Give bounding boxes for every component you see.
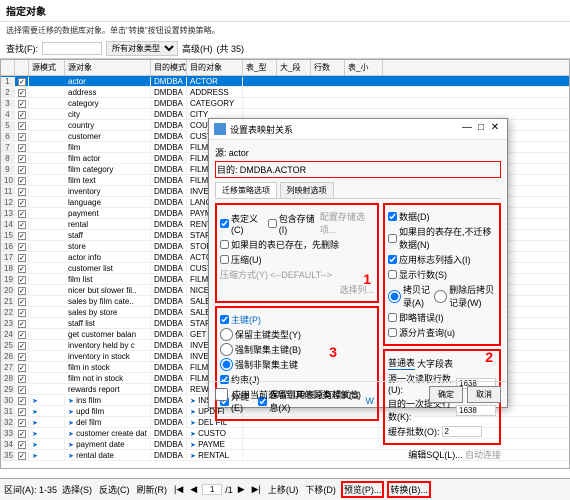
chk-table-def[interactable] bbox=[220, 219, 229, 228]
cancel-button[interactable]: 取消 bbox=[467, 386, 501, 403]
col-dest-object[interactable]: 目的对象 bbox=[187, 60, 243, 75]
chk-storage[interactable] bbox=[268, 219, 277, 228]
group-table-def: 表定义(C) 包含存储(I) 配置存储选项... 如果目的表已存在，先删除 压缩… bbox=[215, 203, 379, 303]
select-button[interactable]: 选择(S) bbox=[62, 483, 92, 496]
unselect-button[interactable]: 反选(C) bbox=[99, 483, 130, 496]
window-subtitle: 选择需要迁移的数据库对象。单击"转换"按钮设置转换策略。 bbox=[0, 22, 570, 39]
table-row[interactable]: 2addressDMDBAADDRESS bbox=[1, 87, 569, 98]
chk-compress[interactable] bbox=[220, 255, 229, 264]
dialog-titlebar[interactable]: 设置表映射关系 — □ ✕ bbox=[209, 119, 507, 140]
dialog-icon bbox=[214, 123, 226, 135]
move-down-button[interactable]: 下移(D) bbox=[305, 483, 336, 496]
next-page-button[interactable]: ▶ bbox=[238, 484, 245, 495]
edit-sql-link[interactable]: 编辑SQL(L)... bbox=[408, 450, 463, 460]
table-header: 源模式 源对象 目的模式 目的对象 表_型 大_段 行数 表_小 bbox=[1, 60, 569, 76]
footer-bar: 区间(A): 1-35 选择(S) 反选(C) 刷新(R) |◀ ◀ /1 ▶ … bbox=[0, 478, 570, 500]
chk-pk[interactable] bbox=[220, 315, 229, 324]
advanced-link[interactable]: 高级(H) bbox=[182, 42, 213, 55]
find-label: 查找(F): bbox=[6, 42, 38, 55]
window-titlebar: 指定对象 bbox=[0, 0, 570, 22]
minimize-button[interactable]: — bbox=[460, 122, 474, 136]
tab-strategy[interactable]: 迁移策略选项 bbox=[215, 182, 277, 198]
tab-column-map[interactable]: 列映射选项 bbox=[280, 182, 334, 198]
toolbar: 查找(F): 所有对象类型 高级(H) (共 35) bbox=[0, 39, 570, 59]
col-source-object[interactable]: 源对象 bbox=[65, 60, 151, 75]
preview-button[interactable]: 预览(P)... bbox=[341, 481, 385, 498]
chk-data[interactable] bbox=[388, 212, 397, 221]
chk-drop-exist[interactable] bbox=[220, 240, 229, 249]
range-label: 区间(A): 1-35 bbox=[4, 483, 57, 496]
window-title: 指定对象 bbox=[6, 3, 564, 18]
scope-select[interactable]: 所有对象类型 bbox=[106, 41, 178, 56]
cache-batch-input[interactable] bbox=[442, 426, 482, 437]
prev-page-button[interactable]: ◀ bbox=[190, 484, 197, 495]
refresh-button[interactable]: 刷新(R) bbox=[137, 483, 168, 496]
dialog-title: 设置表映射关系 bbox=[230, 123, 460, 136]
find-input[interactable] bbox=[42, 42, 102, 55]
maximize-button[interactable]: □ bbox=[474, 122, 488, 136]
page-input[interactable] bbox=[202, 484, 222, 495]
ok-button[interactable]: 确定 bbox=[429, 386, 463, 403]
first-page-button[interactable]: |◀ bbox=[174, 484, 183, 495]
table-row[interactable]: 1actorDMDBAACTOR bbox=[1, 76, 569, 87]
chk-apply-others[interactable] bbox=[215, 388, 228, 401]
mapping-dialog: 设置表映射关系 — □ ✕ 源: actor 目的: DMDBA.ACTOR 迁… bbox=[208, 118, 508, 408]
col-source-schema[interactable]: 源模式 bbox=[29, 60, 65, 75]
convert-button[interactable]: 转换(B)... bbox=[387, 481, 431, 498]
move-up-button[interactable]: 上移(U) bbox=[268, 483, 299, 496]
col-dest-schema[interactable]: 目的模式 bbox=[151, 60, 187, 75]
last-page-button[interactable]: ▶| bbox=[252, 484, 261, 495]
count-label: (共 35) bbox=[217, 42, 245, 55]
table-row[interactable]: 3categoryDMDBACATEGORY bbox=[1, 98, 569, 109]
group-data: 数据(D) 如果目的表存在,不迁移数据(N) 应用标志列插入(I) 显示行数(S… bbox=[383, 203, 501, 346]
close-button[interactable]: ✕ bbox=[488, 122, 502, 136]
